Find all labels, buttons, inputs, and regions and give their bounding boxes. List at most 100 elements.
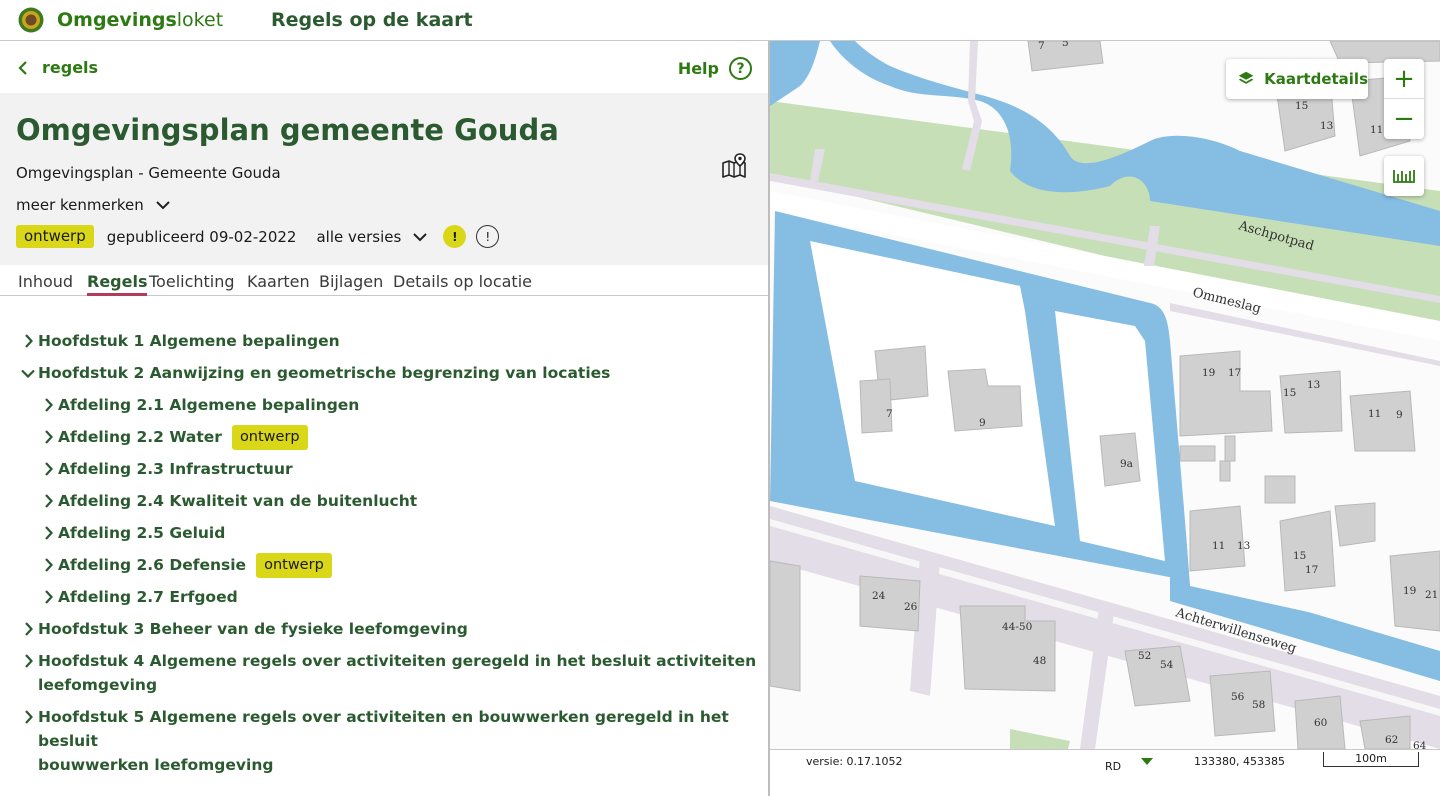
- svg-text:58: 58: [1252, 699, 1265, 711]
- more-characteristics-toggle[interactable]: meer kenmerken: [16, 196, 170, 214]
- chevron-down-icon: [413, 232, 428, 241]
- svg-text:64: 64: [1413, 740, 1427, 749]
- back-to-regels-link[interactable]: regels: [18, 58, 98, 77]
- chevron-right-icon: [38, 585, 58, 609]
- rules-panel: regels Help ? Omgevingsplan gemeente Gou…: [0, 41, 768, 796]
- tree-item-afdeling-2-2[interactable]: Afdeling 2.2 Water ontwerp: [38, 425, 308, 450]
- svg-text:19: 19: [1202, 367, 1215, 379]
- chevron-right-icon: [18, 649, 38, 673]
- app-title: Regels op de kaart: [271, 9, 473, 31]
- scale-label: 100m: [1355, 752, 1387, 765]
- tab-details-op-locatie[interactable]: Details op locatie: [393, 272, 532, 291]
- chevron-right-icon: [38, 425, 58, 449]
- kaartdetails-label: Kaartdetails: [1264, 70, 1368, 88]
- map-view[interactable]: Aschpotpad Ommeslag Achterwillenseweg 75…: [770, 41, 1440, 749]
- svg-text:19: 19: [1403, 585, 1416, 597]
- tree-item-afdeling-2-7[interactable]: Afdeling 2.7 Erfgoed: [38, 585, 238, 609]
- chevron-right-icon: [38, 489, 58, 513]
- tree-item-label: Hoofdstuk 2 Aanwijzing en geometrische b…: [38, 364, 611, 382]
- back-link-label: regels: [42, 58, 99, 77]
- ruler-icon: [1393, 170, 1415, 183]
- tree-item-afdeling-2-1[interactable]: Afdeling 2.1 Algemene bepalingen: [38, 393, 359, 417]
- svg-text:13: 13: [1320, 120, 1333, 132]
- svg-text:5: 5: [1062, 41, 1069, 49]
- svg-text:48: 48: [1033, 655, 1046, 667]
- zoom-in-button[interactable]: +: [1384, 59, 1424, 99]
- svg-text:11: 11: [1370, 124, 1383, 136]
- versions-label: alle versies: [316, 227, 402, 246]
- tree-item-label: Hoofdstuk 1 Algemene bepalingen: [38, 332, 340, 350]
- tree-item-label: Afdeling 2.4 Kwaliteit van de buitenluch…: [58, 492, 418, 510]
- omgevingsloket-logo-icon[interactable]: [18, 7, 44, 33]
- tab-bijlagen[interactable]: Bijlagen: [319, 272, 383, 291]
- plan-title: Omgevingsplan gemeente Gouda: [16, 113, 559, 147]
- measure-button[interactable]: [1384, 156, 1424, 196]
- versions-dropdown[interactable]: alle versies: [316, 227, 428, 246]
- tree-item-hoofdstuk-4[interactable]: Hoofdstuk 4 Algemene regels over activit…: [18, 649, 756, 697]
- zoom-controls: + −: [1384, 59, 1424, 139]
- tab-toelichting[interactable]: Toelichting: [149, 272, 235, 291]
- status-badge: ontwerp: [16, 225, 94, 248]
- svg-text:24: 24: [872, 590, 886, 602]
- map-canvas: Aschpotpad Ommeslag Achterwillenseweg 75…: [770, 41, 1440, 749]
- tree-item-afdeling-2-5[interactable]: Afdeling 2.5 Geluid: [38, 521, 225, 545]
- svg-text:11: 11: [1212, 540, 1225, 552]
- triangle-down-icon[interactable]: [1141, 758, 1153, 765]
- published-date: gepubliceerd 09-02-2022: [106, 227, 297, 246]
- tree-item-label: Afdeling 2.1 Algemene bepalingen: [58, 396, 360, 414]
- svg-text:7: 7: [886, 408, 893, 420]
- tree-item-afdeling-2-6[interactable]: Afdeling 2.6 Defensie ontwerp: [38, 553, 332, 578]
- svg-text:9a: 9a: [1120, 458, 1133, 470]
- svg-text:7: 7: [1038, 41, 1045, 52]
- chevron-down-icon: [156, 201, 170, 210]
- svg-text:62: 62: [1385, 734, 1398, 746]
- svg-text:9: 9: [1396, 409, 1403, 421]
- brand-name[interactable]: Omgevingsloket: [57, 9, 223, 31]
- tree-item-afdeling-2-3[interactable]: Afdeling 2.3 Infrastructuur: [38, 457, 293, 481]
- tree-item-label: Afdeling 2.6 Defensie: [58, 556, 247, 574]
- svg-text:17: 17: [1305, 564, 1318, 576]
- chevron-right-icon: [38, 553, 58, 577]
- svg-text:15: 15: [1295, 100, 1308, 112]
- more-characteristics-label: meer kenmerken: [16, 196, 144, 214]
- tree-item-hoofdstuk-3[interactable]: Hoofdstuk 3 Beheer van de fysieke leefom…: [18, 617, 468, 641]
- info-icon[interactable]: !: [476, 225, 500, 248]
- chevron-right-icon: [38, 457, 58, 481]
- map-location-icon[interactable]: [721, 153, 747, 179]
- ontwerp-badge: ontwerp: [256, 553, 332, 578]
- tree-item-label: Hoofdstuk 5 Algemene regels over activit…: [38, 708, 729, 774]
- tab-bar: Inhoud Regels Toelichting Kaarten Bijlag…: [0, 265, 768, 296]
- top-bar: Omgevingsloket Regels op de kaart: [0, 0, 1440, 41]
- crs-label: RD: [1105, 760, 1122, 773]
- svg-text:13: 13: [1307, 379, 1320, 391]
- zoom-out-button[interactable]: −: [1384, 99, 1424, 139]
- svg-text:15: 15: [1283, 387, 1296, 399]
- coordinates-readout: 133380, 453385: [1194, 755, 1285, 768]
- help-button[interactable]: Help ?: [678, 57, 752, 80]
- tab-regels[interactable]: Regels: [87, 272, 148, 296]
- chevron-left-icon: [18, 60, 27, 75]
- chevron-right-icon: [38, 393, 58, 417]
- map-status-bar: versie: 0.17.1052 RD 133380, 453385 100m: [770, 749, 1440, 796]
- tree-item-hoofdstuk-5[interactable]: Hoofdstuk 5 Algemene regels over activit…: [18, 705, 768, 777]
- plan-subtitle: Omgevingsplan - Gemeente Gouda: [16, 164, 281, 182]
- version-text: versie: 0.17.1052: [806, 755, 903, 768]
- tab-kaarten[interactable]: Kaarten: [247, 272, 310, 291]
- help-label: Help: [677, 59, 719, 78]
- ontwerp-badge: ontwerp: [231, 425, 308, 450]
- tree-item-label: Afdeling 2.2 Water: [58, 428, 222, 446]
- tab-inhoud[interactable]: Inhoud: [18, 272, 73, 291]
- layers-icon: [1238, 71, 1254, 84]
- question-mark-icon: ?: [729, 57, 752, 80]
- svg-text:21: 21: [1425, 589, 1438, 601]
- svg-text:60: 60: [1314, 717, 1327, 729]
- svg-text:54: 54: [1160, 659, 1174, 671]
- warning-icon[interactable]: !: [443, 225, 467, 248]
- svg-text:13: 13: [1237, 540, 1250, 552]
- tree-item-afdeling-2-4[interactable]: Afdeling 2.4 Kwaliteit van de buitenluch…: [38, 489, 417, 513]
- scale-bar: 100m: [1323, 752, 1419, 767]
- tree-item-hoofdstuk-1[interactable]: Hoofdstuk 1 Algemene bepalingen: [18, 329, 340, 353]
- tree-item-hoofdstuk-2[interactable]: Hoofdstuk 2 Aanwijzing en geometrische b…: [18, 361, 610, 385]
- kaartdetails-button[interactable]: Kaartdetails: [1226, 59, 1368, 99]
- tree-item-label: Afdeling 2.3 Infrastructuur: [58, 460, 293, 478]
